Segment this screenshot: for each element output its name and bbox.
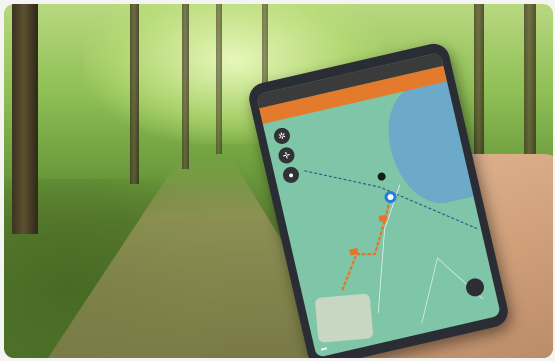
tree-trunk [12,4,38,234]
hiking-route [341,196,392,291]
tree-trunk [182,4,189,169]
tree-trunk [216,4,222,154]
hiker-icon [377,172,386,181]
poi-marker[interactable] [378,214,388,223]
tree-trunk [130,4,139,184]
forest-photo: ✲ ✛ ● [4,4,553,358]
path-line [377,184,401,313]
